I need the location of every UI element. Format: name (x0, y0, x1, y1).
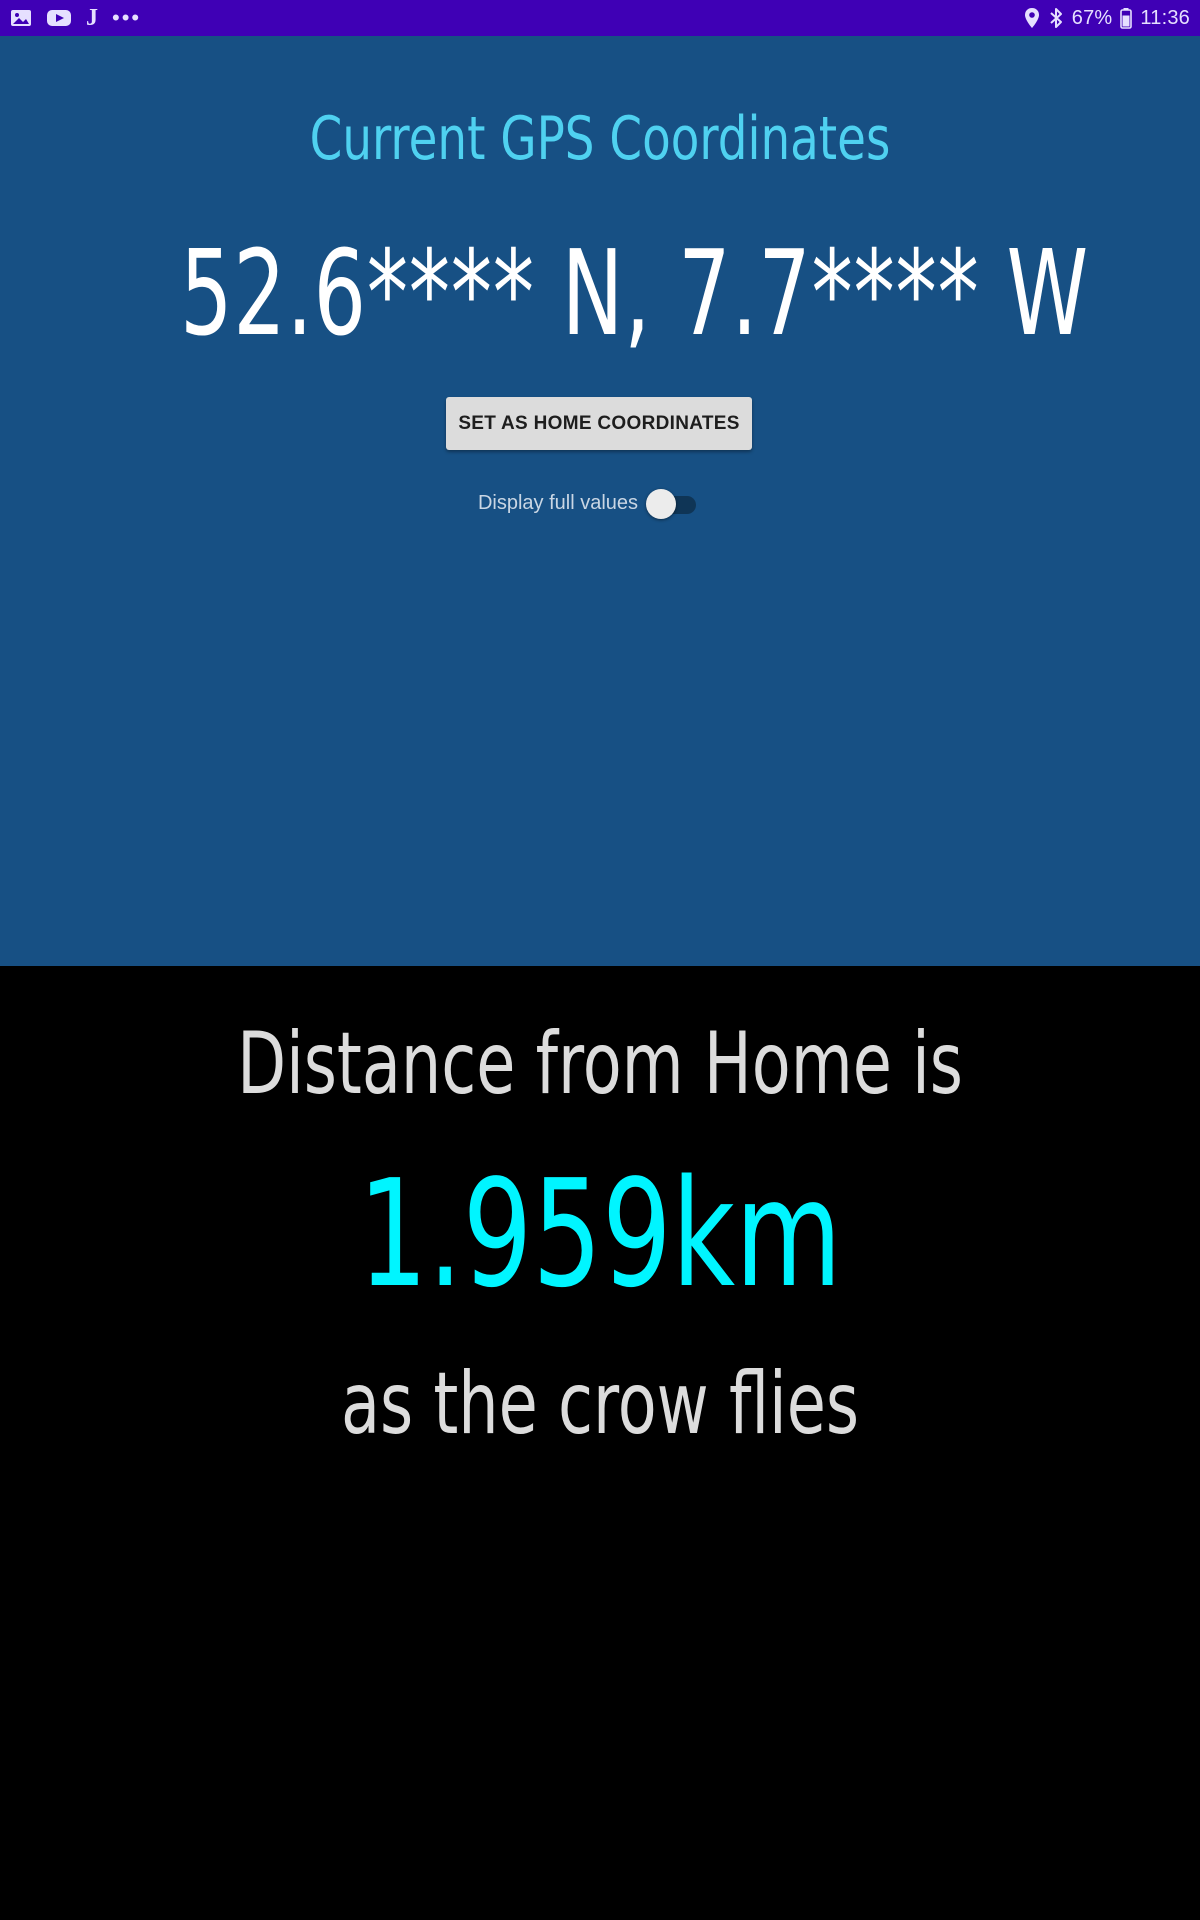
more-notifications-icon: ••• (112, 5, 142, 30)
status-bar-notifications: J ••• (10, 6, 141, 30)
display-full-values-label: Display full values (477, 491, 639, 514)
status-time: 11:36 (1140, 6, 1190, 29)
gps-coordinates: 52.6**** N, 7.7**** W (180, 224, 1089, 362)
display-full-values-toggle[interactable] (646, 488, 697, 519)
app-screen: J ••• 67% 11:36 Current GPS Coordinates … (0, 0, 1200, 1920)
distance-caption: as the crow flies (340, 1354, 860, 1454)
distance-value: 1.959km (358, 1148, 842, 1320)
youtube-icon (46, 6, 72, 30)
status-bar-system: 67% 11:36 (1024, 6, 1190, 30)
toggle-thumb (646, 489, 677, 519)
bluetooth-icon (1048, 6, 1064, 30)
j-app-icon: J (86, 5, 98, 31)
gps-title: Current GPS Coordinates (309, 104, 891, 174)
display-full-values-row: Display full values (0, 488, 1200, 519)
distance-heading: Distance from Home is (237, 1014, 963, 1114)
status-bar: J ••• 67% 11:36 (0, 0, 1200, 36)
set-home-coordinates-button[interactable]: SET AS HOME COORDINATES (446, 397, 752, 450)
location-icon (1024, 6, 1040, 30)
battery-icon (1120, 6, 1133, 30)
distance-panel: Distance from Home is 1.959km as the cro… (0, 966, 1200, 1920)
gps-panel: Current GPS Coordinates 52.6**** N, 7.7*… (0, 36, 1200, 966)
battery-percent: 67% (1071, 6, 1113, 29)
gallery-icon (10, 6, 32, 30)
